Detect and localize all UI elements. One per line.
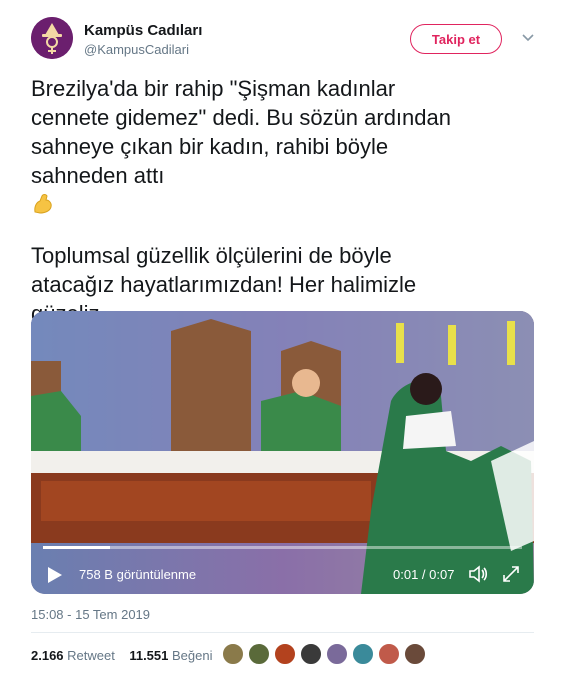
fullscreen-icon[interactable] [501,564,521,584]
follow-button[interactable]: Takip et [410,24,502,54]
liker-avatar[interactable] [326,643,348,665]
video-frame [31,311,534,594]
retweet-count: 2.166 [31,648,64,663]
video-time: 0:01 / 0:07 [393,567,455,582]
account-handle[interactable]: @KampusCadilari [84,42,189,57]
play-icon[interactable] [47,566,63,584]
like-label: Beğeni [172,648,213,663]
like-count: 11.551 [129,648,169,663]
liker-avatar[interactable] [404,643,426,665]
volume-icon[interactable] [467,563,489,585]
like-stat[interactable]: 11.551 Beğeni [129,648,212,663]
liker-avatar[interactable] [248,643,270,665]
tweet-timestamp[interactable]: 15:08 - 15 Tem 2019 [31,607,150,622]
liker-avatar[interactable] [274,643,296,665]
retweet-stat[interactable]: 2.166 Retweet [31,648,115,663]
video-player[interactable]: 758 B görüntülenme 0:01 / 0:07 [31,311,534,594]
video-progress-bar[interactable] [43,546,522,549]
divider [31,632,534,633]
tweet-text: Brezilya'da bir rahip "Şişman kadınlar c… [31,74,531,328]
account-name[interactable]: Kampüs Cadıları [84,22,202,39]
video-views: 758 B görüntülenme [79,567,197,582]
liker-avatar[interactable] [352,643,374,665]
tweet-stats: 2.166 Retweet 11.551 Beğeni [31,648,212,663]
liker-avatar[interactable] [300,643,322,665]
liker-avatar[interactable] [222,643,244,665]
retweet-label: Retweet [67,648,115,663]
account-avatar[interactable] [31,17,73,59]
witch-avatar-icon [31,17,73,59]
chevron-down-icon[interactable] [518,30,538,46]
flexed-biceps-icon [34,194,52,214]
liker-avatar[interactable] [378,643,400,665]
video-progress-fill [43,546,111,549]
tweet-paragraph-1: Brezilya'da bir rahip "Şişman kadınlar c… [31,76,451,188]
